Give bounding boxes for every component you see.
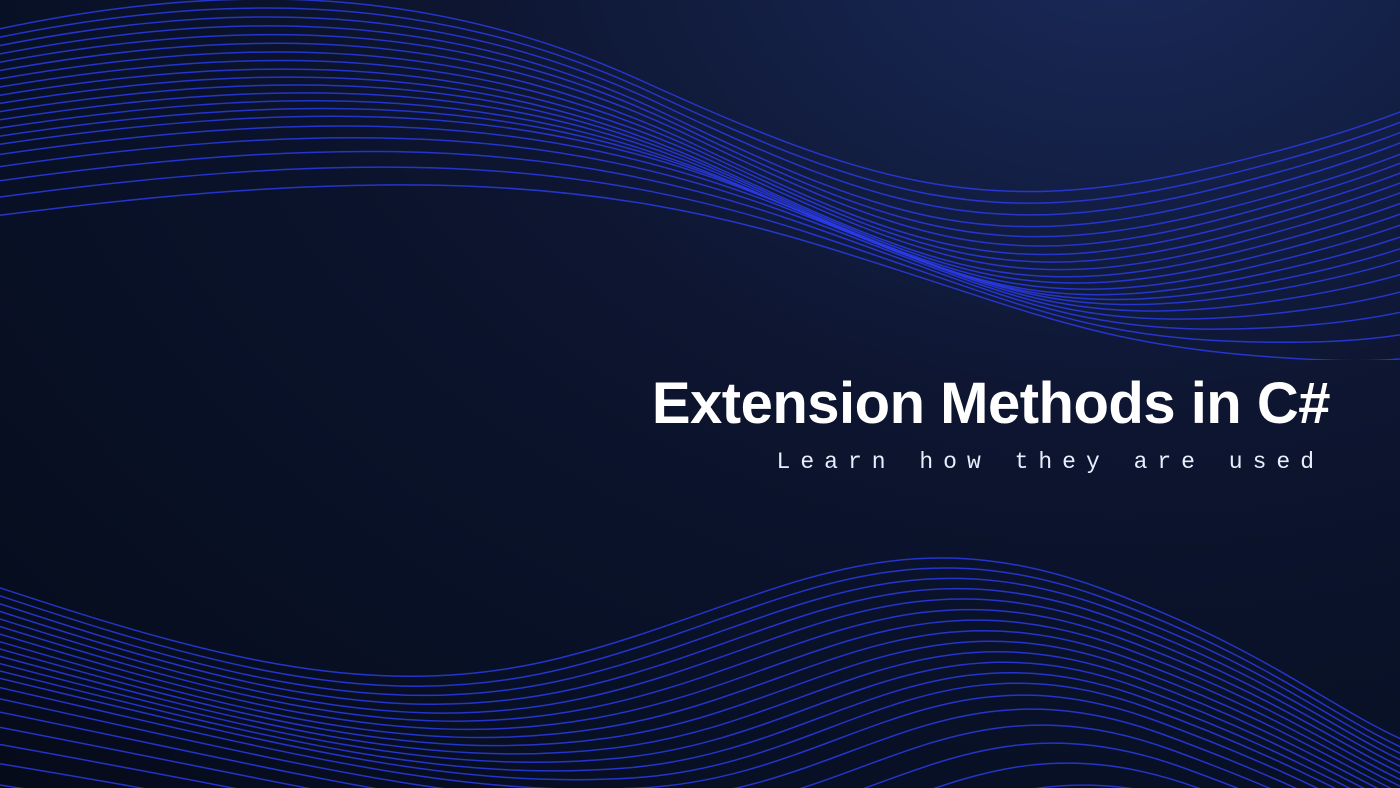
hero-banner: Extension Methods in C# Learn how they a… bbox=[0, 0, 1400, 788]
hero-text-block: Extension Methods in C# Learn how they a… bbox=[652, 370, 1330, 475]
hero-title: Extension Methods in C# bbox=[652, 370, 1330, 437]
hero-subtitle: Learn how they are used bbox=[652, 449, 1324, 475]
decorative-waves-bottom bbox=[0, 448, 1400, 788]
decorative-waves-top bbox=[0, 0, 1400, 360]
